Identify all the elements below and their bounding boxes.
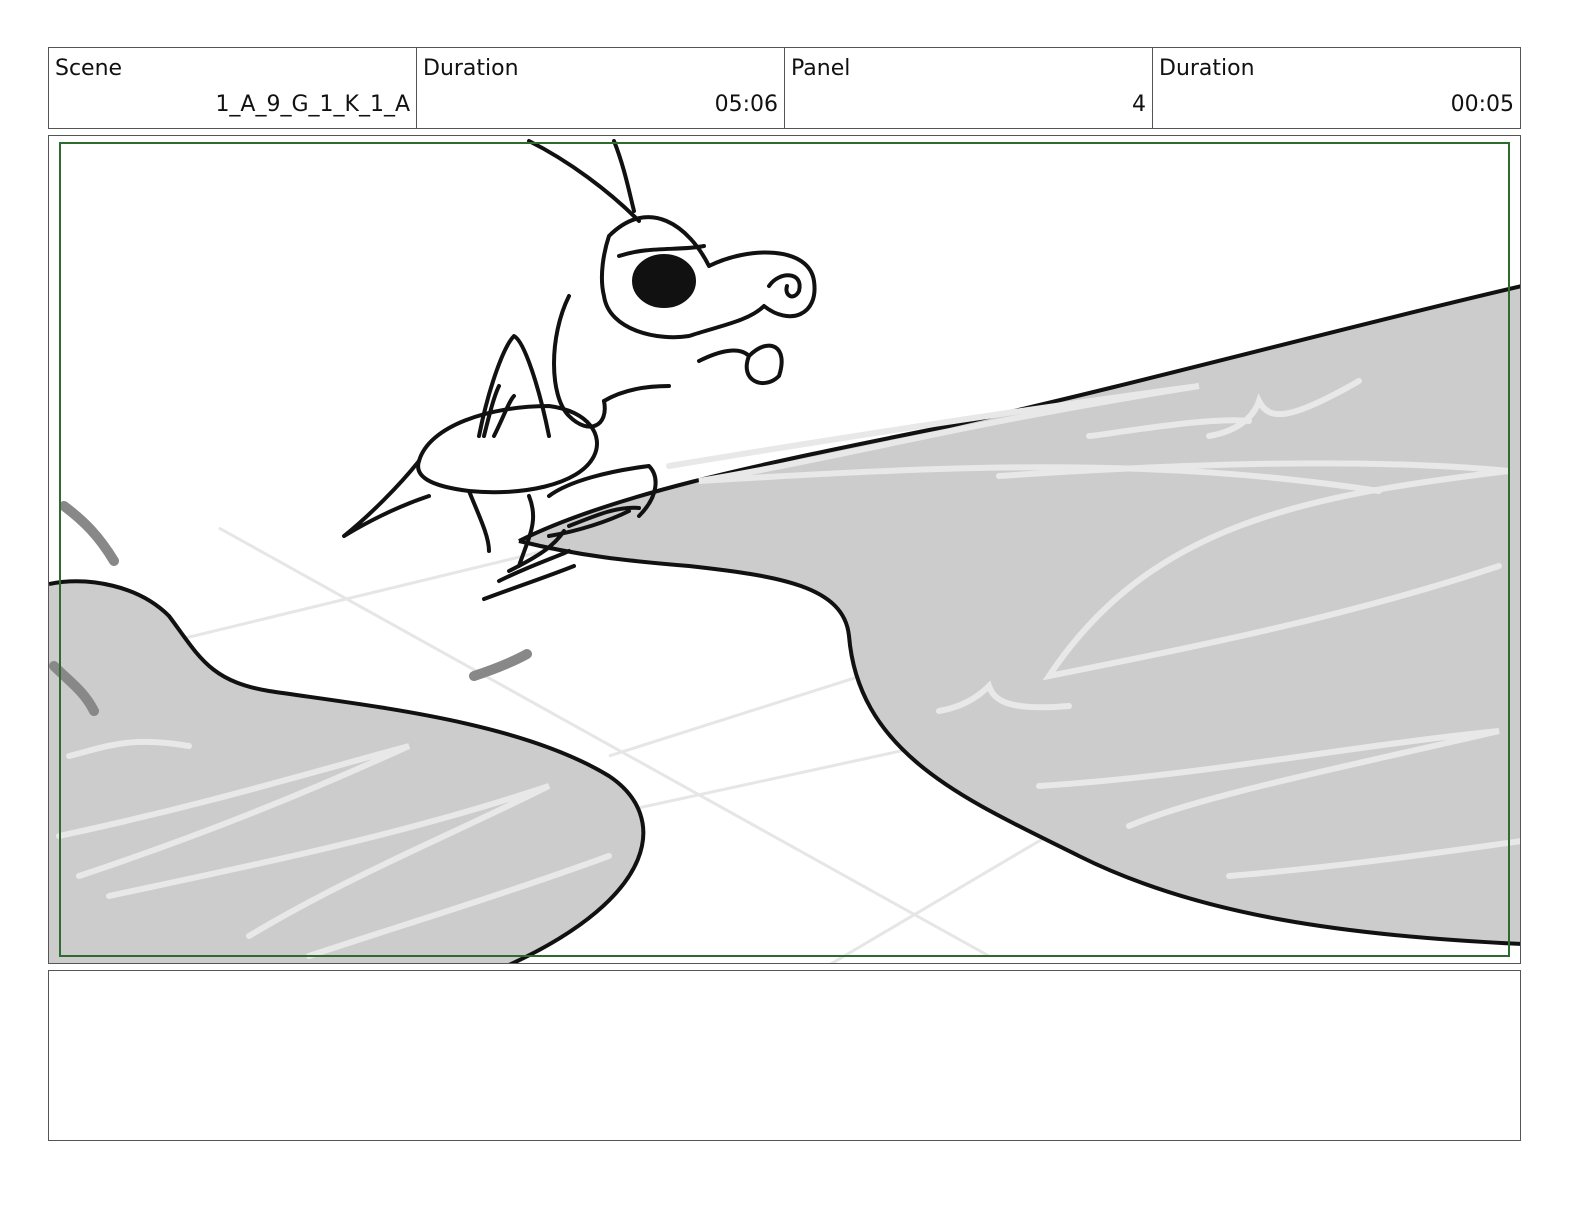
panel-cell: Panel 4 bbox=[785, 48, 1153, 128]
scene-label: Scene bbox=[55, 56, 123, 81]
panel-label: Panel bbox=[791, 56, 851, 81]
panel-info-header: Scene 1_A_9_G_1_K_1_A Duration 05:06 Pan… bbox=[48, 47, 1521, 129]
panel-value: 4 bbox=[1132, 92, 1146, 117]
storyboard-sketch bbox=[49, 139, 1520, 963]
scene-duration-cell: Duration 05:06 bbox=[417, 48, 785, 128]
scene-duration-value: 05:06 bbox=[714, 92, 778, 117]
scene-duration-label: Duration bbox=[423, 56, 519, 81]
notes-box[interactable] bbox=[48, 970, 1521, 1141]
scene-value: 1_A_9_G_1_K_1_A bbox=[215, 92, 410, 117]
storyboard-frame bbox=[48, 135, 1521, 964]
panel-duration-label: Duration bbox=[1159, 56, 1255, 81]
scene-cell: Scene 1_A_9_G_1_K_1_A bbox=[49, 48, 417, 128]
panel-duration-value: 00:05 bbox=[1450, 92, 1514, 117]
panel-duration-cell: Duration 00:05 bbox=[1153, 48, 1520, 128]
